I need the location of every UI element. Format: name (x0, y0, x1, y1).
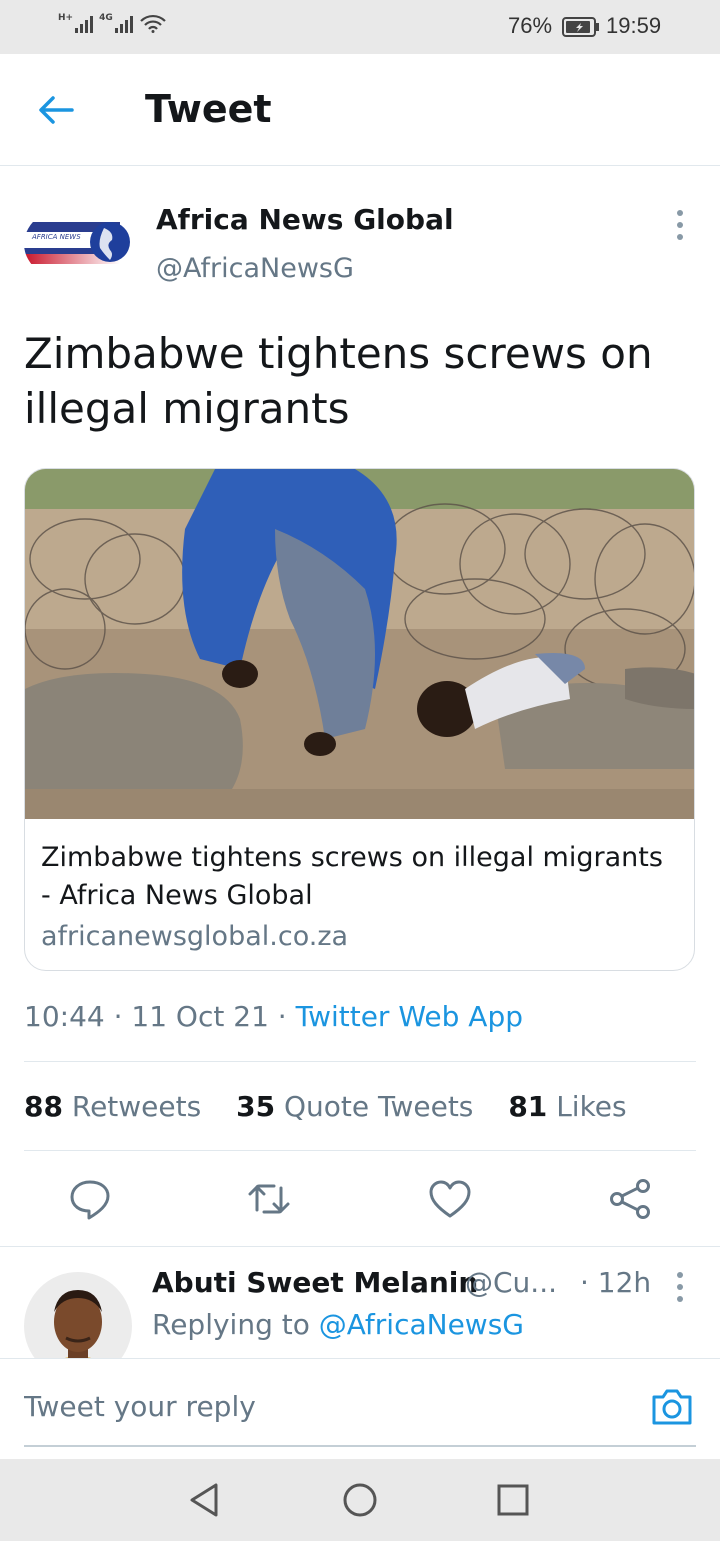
replying-to-label: Replying to (152, 1308, 310, 1341)
card-title: Zimbabwe tightens screws on illegal migr… (41, 842, 663, 911)
retweet-icon[interactable] (246, 1176, 292, 1222)
quotes-label: Quote Tweets (283, 1090, 474, 1123)
input-underline (24, 1445, 696, 1447)
wifi-icon (139, 14, 166, 33)
reply-compose-bar (0, 1358, 720, 1459)
reply-more-options-icon[interactable] (662, 1268, 698, 1304)
likes-label: Likes (556, 1090, 627, 1123)
divider (24, 1150, 696, 1151)
tweet-time: 10:44 (24, 1000, 105, 1033)
tweet-date: 11 Oct 21 (131, 1000, 269, 1033)
reply-icon[interactable] (67, 1176, 113, 1222)
likes-count: 81 (508, 1090, 548, 1123)
nav-back-icon[interactable] (186, 1481, 224, 1519)
signal-indicators: H+ 4G (58, 13, 167, 33)
tweet-meta: 10:44 · 11 Oct 21 · Twitter Web App (24, 1000, 523, 1033)
africa-news-global-logo: AFRICA NEWS GLOBAL (24, 222, 130, 264)
logo-text-1: AFRICA NEWS (31, 233, 81, 241)
author-name[interactable]: Africa News Global (156, 203, 454, 236)
nav-home-icon[interactable] (341, 1481, 379, 1519)
battery-icon (562, 17, 599, 37)
divider (24, 1061, 696, 1062)
nav-recents-icon[interactable] (494, 1481, 532, 1519)
tweet-source-link[interactable]: Twitter Web App (296, 1000, 523, 1033)
clock: 19:59 (606, 13, 662, 38)
quote-tweets-stat[interactable]: 35 Quote Tweets (236, 1090, 473, 1123)
system-nav-bar (0, 1459, 720, 1541)
logo-text-2: GLOBAL (54, 242, 78, 249)
replying-to: Replying to @AfricaNewsG (152, 1308, 524, 1341)
more-options-icon[interactable] (662, 206, 698, 242)
retweets-label: Retweets (71, 1090, 202, 1123)
signal-2-icon: 4G (99, 13, 133, 33)
back-arrow-icon[interactable] (36, 92, 76, 128)
status-bar: H+ 4G 76% 19:59 (0, 0, 720, 54)
reply-time: · 12h (580, 1266, 652, 1299)
share-icon[interactable] (607, 1176, 653, 1222)
like-icon[interactable] (427, 1176, 473, 1222)
replying-to-mention[interactable]: @AfricaNewsG (319, 1308, 524, 1341)
reply-author-handle[interactable]: @Cu... (465, 1266, 557, 1299)
card-domain: africanewsglobal.co.za (41, 921, 349, 952)
battery-percent: 76% (508, 13, 553, 38)
card-image (25, 469, 694, 819)
tweet-stats: 88 Retweets 35 Quote Tweets 81 Likes (24, 1090, 653, 1123)
likes-stat[interactable]: 81 Likes (508, 1090, 626, 1123)
tweet-text: Zimbabwe tightens screws on illegal migr… (24, 329, 653, 433)
author-avatar[interactable]: AFRICA NEWS GLOBAL (24, 204, 132, 284)
divider (0, 1246, 720, 1247)
reply-input[interactable] (24, 1383, 624, 1429)
author-handle[interactable]: @AfricaNewsG (156, 253, 354, 284)
link-preview-card[interactable]: Zimbabwe tightens screws on illegal migr… (24, 468, 695, 971)
network-type-1: H+ (58, 13, 74, 23)
retweets-stat[interactable]: 88 Retweets (24, 1090, 201, 1123)
camera-icon[interactable] (650, 1387, 694, 1427)
network-type-2: 4G (99, 13, 113, 23)
top-app-bar: Tweet (0, 54, 720, 166)
reply-author-name[interactable]: Abuti Sweet Melanin (152, 1266, 478, 1299)
signal-1-icon: H+ (58, 13, 94, 33)
page-title: Tweet (145, 87, 272, 131)
retweets-count: 88 (24, 1090, 63, 1123)
quotes-count: 35 (236, 1090, 276, 1123)
